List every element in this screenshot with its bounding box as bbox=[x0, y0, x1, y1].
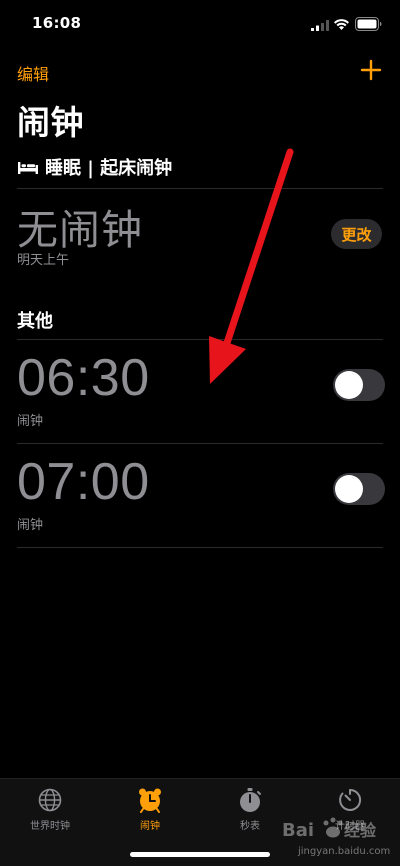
alarm-label: 闹钟 bbox=[17, 414, 44, 429]
alarm-label: 闹钟 bbox=[17, 518, 44, 533]
divider bbox=[17, 547, 383, 548]
tab-world-clock[interactable]: 世界时钟 bbox=[10, 787, 90, 832]
stopwatch-icon bbox=[240, 788, 261, 812]
alarm-toggle[interactable] bbox=[333, 473, 385, 505]
tab-label: 世界时钟 bbox=[30, 821, 70, 832]
tab-stopwatch[interactable]: 秒表 bbox=[210, 787, 290, 832]
alarm-toggle[interactable] bbox=[333, 369, 385, 401]
sleep-section-header: 睡眠 | 起床闹钟 bbox=[17, 155, 172, 179]
alarm-row[interactable]: 07:00 闹钟 bbox=[0, 444, 400, 548]
toggle-knob bbox=[335, 475, 363, 503]
change-button[interactable]: 更改 bbox=[331, 219, 382, 249]
battery-icon bbox=[355, 17, 382, 31]
bed-icon bbox=[18, 162, 38, 174]
sleep-subtitle: 明天上午 bbox=[17, 253, 70, 268]
cellular-signal-icon bbox=[311, 20, 329, 31]
alarm-time: 07:00 bbox=[17, 453, 150, 511]
svg-text:经验: 经验 bbox=[344, 821, 377, 840]
sleep-no-alarm: 无闹钟 bbox=[17, 206, 143, 254]
watermark-url: jingyan.baidu.com bbox=[298, 846, 391, 857]
divider bbox=[17, 188, 383, 189]
status-time: 16:08 bbox=[32, 14, 82, 32]
tab-alarm[interactable]: 闹钟 bbox=[110, 787, 190, 832]
alarm-time: 06:30 bbox=[17, 349, 150, 407]
tab-label: 秒表 bbox=[240, 821, 260, 832]
globe-icon bbox=[38, 788, 62, 812]
edit-button[interactable]: 编辑 bbox=[17, 61, 49, 85]
alarm-row[interactable]: 06:30 闹钟 bbox=[0, 340, 400, 444]
alarm-clock-icon bbox=[139, 788, 161, 813]
svg-text:Bai: Bai bbox=[282, 820, 314, 841]
add-alarm-icon[interactable] bbox=[360, 59, 382, 81]
sleep-header-label: 睡眠 | 起床闹钟 bbox=[45, 158, 173, 179]
page-title: 闹钟 bbox=[17, 103, 84, 142]
tab-label: 闹钟 bbox=[140, 821, 160, 832]
toggle-knob bbox=[335, 371, 363, 399]
home-indicator bbox=[130, 852, 270, 857]
wifi-icon bbox=[334, 19, 349, 30]
section-other-label: 其他 bbox=[17, 311, 53, 332]
status-bar: 16:08 bbox=[0, 0, 400, 50]
